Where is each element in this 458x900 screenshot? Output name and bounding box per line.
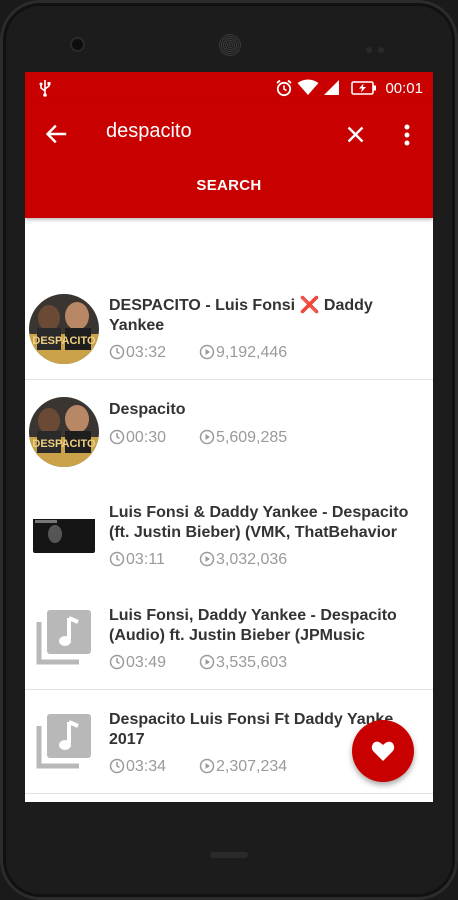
front-camera (72, 39, 83, 50)
views-text: 3,535,603 (199, 654, 287, 672)
album-art-thumbnail: DESPACITO (29, 397, 99, 467)
music-library-icon (36, 714, 91, 769)
play-circle-icon (199, 654, 215, 670)
views-text: 5,609,285 (199, 429, 287, 447)
result-title: Luis Fonsi & Daddy Yankee - Despacito (f… (109, 504, 409, 541)
list-item[interactable]: Luis Fonsi & Daddy Yankee - Despacito (f… (25, 483, 433, 587)
play-circle-icon (199, 758, 215, 774)
clock-icon (109, 654, 125, 670)
usb-icon (39, 80, 51, 97)
duration-text: 03:11 (109, 551, 165, 569)
svg-text:DESPACITO: DESPACITO (32, 335, 96, 347)
video-thumbnail (29, 500, 99, 570)
album-art-thumbnail: DESPACITO (29, 294, 99, 364)
duration-text: 03:32 (109, 344, 166, 362)
list-item[interactable]: DESPACITO DESPACITO - Luis Fonsi ❌ Daddy… (25, 276, 433, 380)
clock-icon (109, 551, 125, 567)
list-item[interactable]: Luis Fonsi, Daddy Yankee - Despacito (Au… (25, 586, 433, 690)
close-icon[interactable] (347, 126, 364, 143)
result-title: Despacito (109, 401, 186, 418)
arrow-back-icon[interactable] (45, 123, 67, 145)
app-screen: 00:01 despacito SEARCH DESPACITO DESPACI… (25, 72, 433, 802)
search-toolbar: despacito SEARCH (25, 104, 433, 218)
battery-charging-icon (351, 81, 376, 95)
status-time: 00:01 (385, 80, 423, 97)
result-title: DESPACITO - Luis Fonsi ❌ Daddy Yankee (109, 297, 373, 334)
duration-text: 03:34 (109, 758, 166, 776)
clock-icon (109, 344, 125, 360)
views-text: 9,192,446 (199, 344, 287, 362)
proximity-sensors (366, 40, 394, 53)
play-circle-icon (199, 551, 215, 567)
result-title: Luis Fonsi, Daddy Yankee - Despacito (Au… (109, 607, 397, 644)
clock-icon (109, 429, 125, 445)
earpiece-speaker (219, 34, 241, 56)
svg-text:DESPACITO: DESPACITO (32, 438, 96, 450)
alarm-icon (276, 79, 292, 97)
views-text: 2,307,234 (199, 758, 287, 776)
more-vert-icon[interactable] (404, 124, 410, 146)
tab-search[interactable]: SEARCH (25, 177, 433, 194)
favorites-fab[interactable] (352, 720, 414, 782)
list-item[interactable]: DESPACITO Despacito 00:30 5,609,285 (25, 380, 433, 484)
duration-text: 00:30 (109, 429, 166, 447)
bottom-speaker (210, 852, 248, 858)
phone-frame: 00:01 despacito SEARCH DESPACITO DESPACI… (0, 0, 458, 900)
play-circle-icon (199, 429, 215, 445)
search-input[interactable]: despacito (106, 120, 192, 143)
wifi-icon (297, 79, 319, 95)
clock-icon (109, 758, 125, 774)
play-circle-icon (199, 344, 215, 360)
status-bar: 00:01 (25, 72, 433, 104)
views-text: 3,032,036 (199, 551, 287, 569)
duration-text: 03:49 (109, 654, 166, 672)
heart-icon (371, 741, 395, 761)
music-library-icon (36, 610, 91, 665)
signal-icon (324, 80, 339, 95)
